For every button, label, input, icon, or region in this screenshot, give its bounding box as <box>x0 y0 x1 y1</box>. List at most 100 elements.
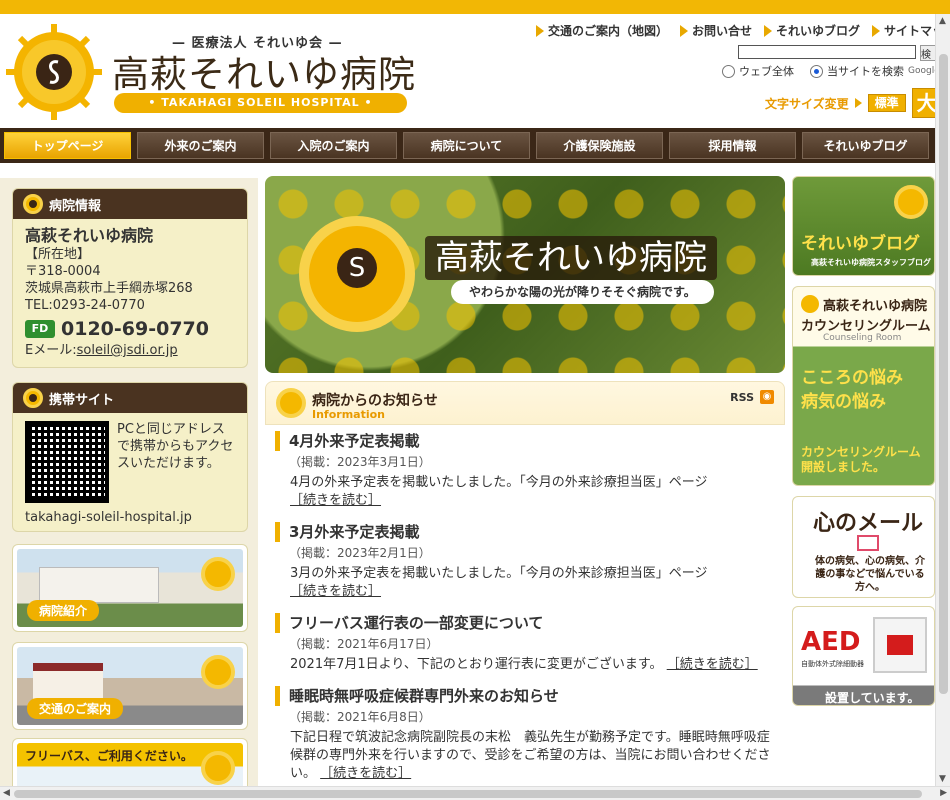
rss-link[interactable]: RSS ◉ <box>730 390 774 404</box>
news-date: （掲載：2021年6月8日） <box>289 710 431 724</box>
news-date: （掲載：2023年2月1日） <box>289 546 431 560</box>
search-input[interactable] <box>738 45 916 59</box>
email: Eメール:soleil@jsdi.or.jp <box>25 343 178 358</box>
news-date: （掲載：2023年3月1日） <box>289 455 431 469</box>
arrow-right-icon <box>764 24 773 37</box>
nav-outpatient[interactable]: 外来のご案内 <box>137 132 264 159</box>
rss-icon: ◉ <box>760 390 774 404</box>
news-item-title[interactable]: 4月外来予定表掲載 <box>275 431 775 451</box>
mobile-description: PCと同じアドレスで携帯からもアクセスいただけます。 <box>117 422 234 471</box>
qr-code <box>25 421 109 503</box>
hospital-name: 高萩それいゆ病院 <box>25 226 154 245</box>
read-more-link[interactable]: ［続きを読む］ <box>290 493 381 508</box>
freedial: FD 0120-69-0770 <box>25 319 235 338</box>
news-item: 4月外来予定表掲載 （掲載：2023年3月1日） 4月の外来予定表を掲載いたしま… <box>275 431 775 510</box>
building-image <box>39 567 159 603</box>
page: — 医療法人 それいゆ会 — 高萩それいゆ病院 • TAKAHAGI SOLEI… <box>0 0 950 800</box>
sun-logo-icon[interactable] <box>6 24 102 120</box>
scroll-down-icon[interactable]: ▼ <box>939 774 946 784</box>
read-more-link[interactable]: ［続きを読む］ <box>320 766 411 781</box>
link-contact[interactable]: お問い合せ <box>680 22 752 39</box>
banner-kokoro-mail[interactable]: 心のメール 体の病気、心の病気、介護の事などで悩んでいる方へ。 <box>792 496 935 598</box>
logo-title[interactable]: 高萩それいゆ病院 <box>112 44 416 98</box>
header: — 医療法人 それいゆ会 — 高萩それいゆ病院 • TAKAHAGI SOLEI… <box>0 14 950 128</box>
banner-blog[interactable]: それいゆブログ 高萩それいゆ病院スタッフブログ <box>792 176 935 276</box>
horizontal-scrollbar[interactable]: ◀ ▶ <box>0 786 950 800</box>
news-header: 病院からのお知らせ Information RSS ◉ <box>265 381 785 425</box>
news-item-title[interactable]: 3月外来予定表掲載 <box>275 522 775 542</box>
link-access-map[interactable]: 交通のご案内（地図） <box>536 22 668 39</box>
tel: TEL:0293-24-0770 <box>25 298 145 313</box>
global-nav: トップページ 外来のご案内 入院のご案内 病院について 介護保険施設 採用情報 … <box>0 128 935 163</box>
sun-icon <box>201 557 235 591</box>
scroll-up-icon[interactable]: ▲ <box>939 16 946 26</box>
search-row: 検索 <box>738 45 940 61</box>
left-column: 病院情報 高萩それいゆ病院 【所在地】 〒318-0004 茨城県高萩市上手綱赤… <box>0 178 258 800</box>
vertical-scrollbar[interactable]: ▲ ▼ <box>935 14 950 786</box>
read-more-link[interactable]: ［続きを読む］ <box>667 657 758 672</box>
sun-icon <box>23 388 43 408</box>
sun-icon <box>276 388 306 418</box>
arrow-right-icon <box>872 24 881 37</box>
vertical-scroll-thumb[interactable] <box>939 54 948 694</box>
news-item: フリーバス運行表の一部変更について （掲載：2021年6月17日） 2021年7… <box>275 613 775 674</box>
top-links: 交通のご案内（地図） お問い合せ それいゆブログ サイトマップ <box>536 22 950 39</box>
banner-counseling[interactable]: 高萩それいゆ病院 カウンセリングルーム Counseling Room こころの… <box>792 286 935 486</box>
address: 茨城県高萩市上手綱赤塚268 <box>25 281 193 296</box>
news-title: 病院からのお知らせ <box>312 393 438 409</box>
banner-aed[interactable]: AED 自動体外式除細動器 設置しています。 <box>792 606 935 706</box>
banner-access[interactable]: 交通のご案内 <box>12 642 248 730</box>
top-accent-bar <box>0 0 950 14</box>
radio-site[interactable] <box>810 64 823 78</box>
freedial-icon: FD <box>25 320 55 338</box>
sun-logo-icon <box>299 216 415 332</box>
sun-icon <box>801 295 819 313</box>
hospital-info-panel: 病院情報 高萩それいゆ病院 【所在地】 〒318-0004 茨城県高萩市上手綱赤… <box>12 188 248 368</box>
news-title-en: Information <box>312 408 385 421</box>
nav-blog[interactable]: それいゆブログ <box>802 132 929 159</box>
news-item-title[interactable]: フリーバス運行表の一部変更について <box>275 613 775 633</box>
logo-band: • TAKAHAGI SOLEIL HOSPITAL • <box>114 93 407 113</box>
aed-device-icon <box>873 617 927 673</box>
news-item-title[interactable]: 睡眠時無呼吸症候群専門外来のお知らせ <box>275 686 775 706</box>
news-item: 睡眠時無呼吸症候群専門外来のお知らせ （掲載：2021年6月8日） 下記日程で筑… <box>275 686 775 783</box>
font-size-standard-button[interactable]: 標準 <box>867 94 906 112</box>
sun-icon <box>201 655 235 689</box>
scroll-left-icon[interactable]: ◀ <box>3 788 10 798</box>
nav-about[interactable]: 病院について <box>403 132 530 159</box>
font-size-control: 文字サイズ変更 標準 大 <box>765 88 942 118</box>
banner-hospital-intro[interactable]: 病院紹介 <box>12 544 248 632</box>
hero-banner: 高萩それいゆ病院 やわらかな陽の光が降りそそぐ病院です。 <box>265 176 785 373</box>
nav-recruit[interactable]: 採用情報 <box>669 132 796 159</box>
panel-head: 携帯サイト <box>13 383 247 413</box>
nav-care-facility[interactable]: 介護保険施設 <box>536 132 663 159</box>
read-more-link[interactable]: ［続きを読む］ <box>290 584 381 599</box>
nav-top[interactable]: トップページ <box>4 132 131 159</box>
sun-icon <box>201 751 235 785</box>
mobile-url: takahagi-soleil-hospital.jp <box>25 510 192 525</box>
zip-code: 〒318-0004 <box>25 264 101 279</box>
email-link[interactable]: soleil@jsdi.or.jp <box>77 343 178 358</box>
arrow-right-icon <box>536 24 544 37</box>
scroll-right-icon[interactable]: ▶ <box>940 788 947 798</box>
radio-web[interactable] <box>722 64 735 78</box>
mobile-site-panel: 携帯サイト PCと同じアドレスで携帯からもアクセスいただけます。 takahag… <box>12 382 248 532</box>
news-list: 4月外来予定表掲載 （掲載：2023年3月1日） 4月の外来予定表を掲載いたしま… <box>265 425 785 783</box>
panel-head: 病院情報 <box>13 189 247 219</box>
search-scope: ウェブ全体 当サイトを検索 Google <box>722 63 940 79</box>
news-section: 病院からのお知らせ Information RSS ◉ 4月外来予定表掲載 （掲… <box>265 381 785 800</box>
horizontal-scroll-thumb[interactable] <box>14 790 922 798</box>
mail-icon <box>857 535 879 551</box>
news-item: 3月外来予定表掲載 （掲載：2023年2月1日） 3月の外来予定表を掲載いたしま… <box>275 522 775 601</box>
nav-inpatient[interactable]: 入院のご案内 <box>270 132 397 159</box>
hero-subtitle: やわらかな陽の光が降りそそぐ病院です。 <box>451 280 714 304</box>
right-column: それいゆブログ 高萩それいゆ病院スタッフブログ 高萩それいゆ病院 カウンセリング… <box>792 176 935 800</box>
news-date: （掲載：2021年6月17日） <box>289 637 439 651</box>
font-size-label: 文字サイズ変更 <box>765 96 849 111</box>
sun-icon <box>23 194 43 214</box>
arrow-right-icon <box>854 98 862 108</box>
station-image <box>33 663 103 701</box>
sun-icon <box>894 185 928 219</box>
link-blog[interactable]: それいゆブログ <box>764 22 860 39</box>
hero-title: 高萩それいゆ病院 <box>425 236 717 280</box>
